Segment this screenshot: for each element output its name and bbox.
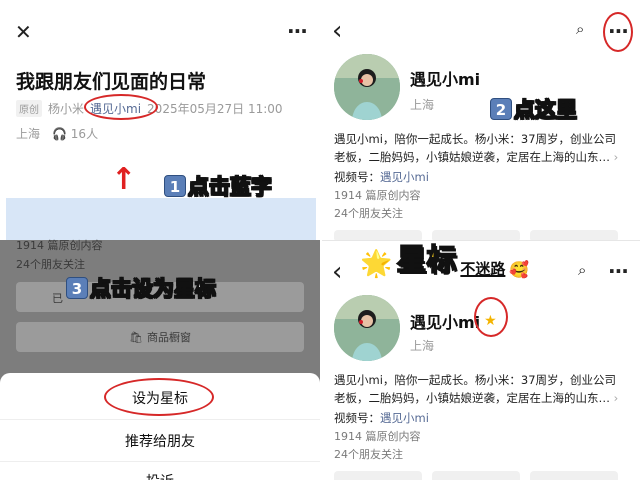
overlay-posts: 1914 篇原创内容: [16, 239, 103, 252]
listeners-row: 🎧 16人: [52, 125, 98, 142]
step2-text: 点这里: [514, 98, 578, 123]
step1-text: 点击蓝字: [188, 175, 273, 200]
shop-window-button: 🛍 商品橱窗: [16, 322, 304, 352]
step3-annotation: 3 点击设为星标: [66, 273, 217, 303]
video-channel-row: 视频号：遇见小mi: [334, 169, 429, 185]
sheet-divider: [0, 461, 320, 462]
bio-line-row: 老板，二胎妈妈，小镇姑娘逆袭，定居在上海的山东… ›: [334, 148, 620, 166]
profile-screen: ‹ ⌕ ··· 遇见小mi 上海 2 点这里 遇见小mi，陪你一起成长。杨小米：…: [322, 0, 640, 240]
article-screen: ✕ ··· 我跟朋友们见面的日常 原创 杨小米 遇见小mi 2025年05月27…: [0, 0, 320, 480]
video-channel-row: 视频号：遇见小mi: [334, 410, 429, 426]
star-banner: 🌟 星标 不迷路 🥰: [360, 241, 530, 279]
bio-line-row: 老板，二胎妈妈，小镇姑娘逆袭，定居在上海的山东… ›: [334, 389, 620, 407]
recommend-option[interactable]: 推荐给朋友: [0, 431, 320, 451]
step2-annotation: 2 点这里: [490, 94, 578, 124]
shop-icon: 🛍: [129, 330, 143, 344]
banner-main: 星标: [396, 242, 458, 279]
smile-emoji-icon: 🥰: [509, 260, 530, 279]
tab-placeholder: [334, 471, 422, 480]
tab-placeholder: [530, 471, 618, 480]
back-icon[interactable]: ‹: [332, 18, 342, 44]
video-channel-label: 视频号：: [334, 170, 380, 184]
profile-starred-screen: ‹ ⌕ ··· 🌟 星标 不迷路 🥰 遇见小mi ★ 上海 遇见小mi，陪你一起…: [322, 240, 640, 480]
set-star-highlight: [104, 378, 214, 416]
sheet-partial-option[interactable]: 投诉: [0, 471, 320, 480]
highlight-ellipse: [84, 94, 158, 120]
video-channel-link[interactable]: 遇见小mi: [380, 411, 429, 425]
tab-placeholder: [432, 471, 520, 480]
tab-placeholder: [432, 230, 520, 240]
location-row: 上海 🎧 16人: [16, 125, 98, 142]
close-icon[interactable]: ✕: [15, 22, 32, 42]
video-channel-link[interactable]: 遇见小mi: [380, 170, 429, 184]
overlay-friends: 24个朋友关注: [16, 258, 85, 271]
more-icon[interactable]: ···: [287, 21, 308, 41]
step3-number: 3: [66, 277, 88, 299]
chevron-right-icon[interactable]: ›: [614, 391, 619, 405]
follow-button-partial: 已: [52, 292, 63, 305]
tab-placeholder: [530, 230, 618, 240]
location-text: 上海: [16, 127, 41, 141]
original-badge: 原创: [16, 100, 42, 117]
chevron-right-icon[interactable]: ›: [614, 150, 619, 164]
account-bio: 遇见小mi，陪你一起成长。杨小米：37周岁，创业公司 老板，二胎妈妈，小镇姑娘逆…: [334, 371, 620, 407]
bio-line: 老板，二胎妈妈，小镇姑娘逆袭，定居在上海的山东…: [334, 391, 610, 405]
account-name-text: 遇见小mi: [410, 70, 481, 89]
account-location: 上海: [410, 339, 435, 353]
step1-number: 1: [164, 175, 186, 197]
back-icon[interactable]: ‹: [332, 259, 342, 285]
step2-number: 2: [490, 98, 512, 120]
search-icon[interactable]: ⌕: [578, 263, 586, 278]
banner-sub: 不迷路: [460, 260, 506, 278]
step1-annotation: 1 点击蓝字: [164, 171, 273, 201]
account-name: 遇见小mi: [410, 66, 480, 90]
listeners-count: 16人: [70, 127, 99, 141]
more-highlight: [603, 12, 633, 52]
step3-text: 点击设为星标: [90, 277, 217, 302]
bio-line: 遇见小mi，陪你一起成长。杨小米：37周岁，创业公司: [334, 373, 617, 387]
shop-window-label: 商品橱窗: [146, 331, 191, 344]
action-sheet: 设为星标 推荐给朋友 投诉: [0, 373, 320, 480]
up-arrow-icon: ↑: [111, 162, 137, 197]
sheet-divider: [0, 419, 320, 420]
tab-placeholder: [334, 230, 422, 240]
article-title: 我跟朋友们见面的日常: [16, 71, 207, 93]
star-highlight: [474, 297, 508, 337]
bio-line: 老板，二胎妈妈，小镇姑娘逆袭，定居在上海的山东…: [334, 150, 610, 164]
account-bio: 遇见小mi，陪你一起成长。杨小米：37周岁，创业公司 老板，二胎妈妈，小镇姑娘逆…: [334, 130, 620, 166]
search-icon[interactable]: ⌕: [576, 22, 584, 37]
account-location: 上海: [410, 98, 435, 112]
star-emoji-icon: 🌟: [360, 249, 393, 279]
author-name: 杨小米: [48, 102, 85, 116]
friends-following: 24个朋友关注: [334, 207, 403, 220]
more-icon[interactable]: ···: [608, 261, 629, 281]
account-card-highlight: [6, 198, 316, 242]
post-count: 1914 篇原创内容: [334, 189, 421, 202]
headphones-icon: 🎧: [52, 127, 67, 141]
account-name-text: 遇见小mi: [410, 313, 481, 332]
avatar[interactable]: [334, 295, 400, 361]
publish-date: 2025年05月27日 11:00: [147, 102, 283, 116]
friends-following: 24个朋友关注: [334, 448, 403, 461]
post-count: 1914 篇原创内容: [334, 430, 421, 443]
bio-line: 遇见小mi，陪你一起成长。杨小米：37周岁，创业公司: [334, 132, 617, 146]
video-channel-label: 视频号：: [334, 411, 380, 425]
avatar[interactable]: [334, 54, 400, 120]
